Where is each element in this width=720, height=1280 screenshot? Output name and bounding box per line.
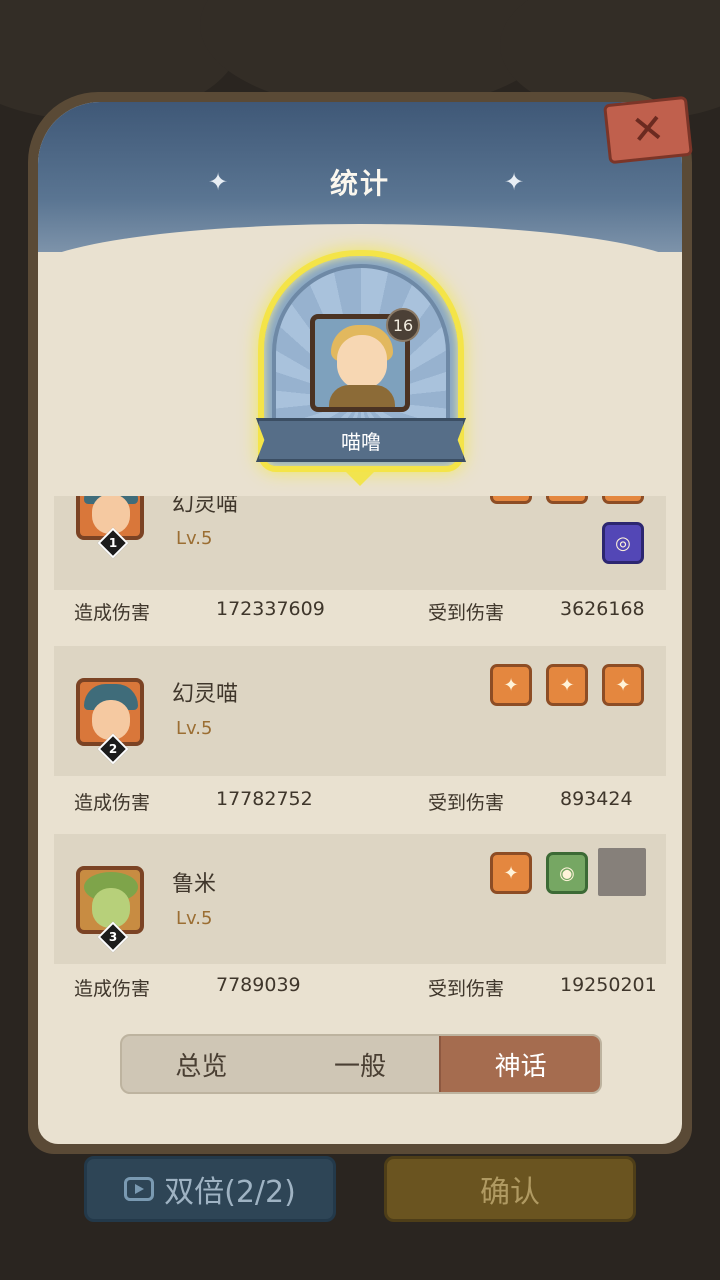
equipment-icon[interactable]: ✦ <box>490 664 532 706</box>
damage-dealt-value: 7789039 <box>216 974 301 996</box>
equipment-icon[interactable]: ✦ <box>490 852 532 894</box>
damage-taken-value: 3626168 <box>560 598 645 620</box>
equipment-icon[interactable]: ✦ <box>546 664 588 706</box>
tab-normal[interactable]: 一般 <box>281 1036 440 1092</box>
equipment-icon[interactable]: ✦ <box>602 496 644 504</box>
double-reward-label: 双倍(2/2) <box>164 1175 296 1210</box>
close-button[interactable]: ✕ <box>603 95 693 165</box>
hero-stats-list[interactable]: 1 幻灵喵 Lv.5 ✦ ✦ ✦ ◎ 造成伤害 172337609 受到伤害 3… <box>54 496 666 1006</box>
hero-level: Lv.5 <box>176 528 213 549</box>
double-reward-button[interactable]: 双倍(2/2) <box>84 1156 336 1222</box>
hero-body <box>329 385 395 407</box>
tv-icon <box>124 1177 155 1201</box>
hero-name: 喵噜 <box>341 429 381 454</box>
damage-taken-label: 受到伤害 <box>428 602 505 624</box>
rank-number: 2 <box>108 742 118 756</box>
damage-dealt-value: 172337609 <box>216 598 325 620</box>
hero-name: 幻灵喵 <box>172 682 239 707</box>
row-card <box>54 496 666 590</box>
rank-number: 1 <box>108 536 118 550</box>
equipment-icon[interactable]: ✦ <box>490 496 532 504</box>
hero-name: 幻灵喵 <box>172 496 239 517</box>
equipment-icon[interactable]: ✦ <box>546 496 588 504</box>
rank-number: 3 <box>108 930 118 944</box>
confirm-label: 确认 <box>480 1175 540 1210</box>
damage-dealt-value: 17782752 <box>216 788 313 810</box>
hero-level: Lv.5 <box>176 718 213 739</box>
damage-dealt-label: 造成伤害 <box>74 792 151 814</box>
tab-mythic[interactable]: 神话 <box>439 1036 600 1092</box>
equipment-icon[interactable]: ◎ <box>602 522 644 564</box>
damage-dealt-label: 造成伤害 <box>74 978 151 1000</box>
hero-face <box>337 335 387 389</box>
hero-level-badge: 16 <box>386 308 420 342</box>
equipment-icon[interactable]: ✦ <box>602 664 644 706</box>
chevron-down-icon <box>346 472 374 486</box>
empty-slot <box>598 848 646 896</box>
damage-taken-value: 19250201 <box>560 974 657 996</box>
hero-name: 鲁米 <box>172 872 217 897</box>
damage-taken-value: 893424 <box>560 788 633 810</box>
close-icon: ✕ <box>628 105 668 155</box>
damage-dealt-label: 造成伤害 <box>74 602 151 624</box>
damage-taken-label: 受到伤害 <box>428 978 505 1000</box>
equipment-icon[interactable]: ◉ <box>546 852 588 894</box>
tab-bar: 总览 一般 神话 <box>120 1034 602 1094</box>
confirm-button[interactable]: 确认 <box>384 1156 636 1222</box>
tab-overview[interactable]: 总览 <box>122 1036 281 1092</box>
panel-title: 统计 <box>329 167 390 200</box>
hero-level: Lv.5 <box>176 908 213 929</box>
damage-taken-label: 受到伤害 <box>428 792 505 814</box>
hero-name-ribbon: 喵噜 <box>256 418 466 462</box>
